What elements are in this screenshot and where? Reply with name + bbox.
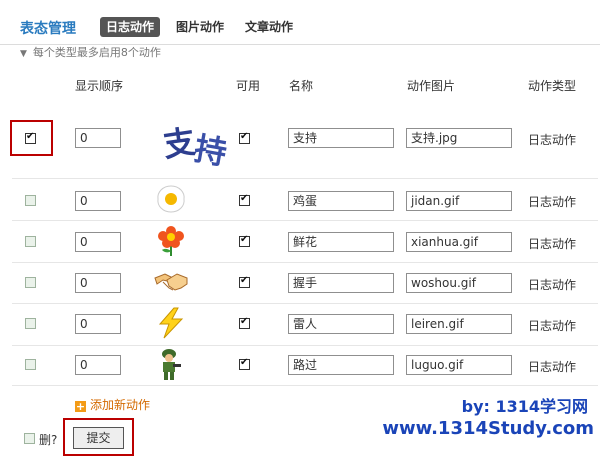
notice: ▼ 每个类型最多启用8个动作 — [20, 44, 161, 60]
column-order: 显示顺序 — [75, 79, 124, 93]
arrow-icon: ▼ — [20, 49, 27, 59]
action-type: 日志动作 — [528, 133, 577, 147]
image-file-input[interactable]: 支持.jpg — [406, 128, 512, 148]
action-type: 日志动作 — [528, 237, 577, 251]
delete-label: 删? — [39, 433, 58, 447]
soldier-icon — [157, 348, 183, 385]
row-select-checkbox[interactable] — [25, 277, 36, 288]
row-select-checkbox[interactable] — [25, 318, 36, 329]
column-type: 动作类型 — [528, 79, 577, 93]
row-select-checkbox[interactable] — [25, 195, 36, 206]
watermark-line1: by: 1314学习网 — [461, 397, 588, 416]
image-file-input[interactable]: luguo.gif — [406, 355, 512, 375]
action-type: 日志动作 — [528, 195, 577, 209]
enabled-checkbox[interactable] — [239, 234, 250, 247]
egg-icon — [155, 184, 187, 217]
action-type: 日志动作 — [528, 278, 577, 292]
row-select-checkbox[interactable] — [25, 236, 36, 247]
svg-text:持: 持 — [191, 129, 229, 170]
flower-icon — [156, 225, 186, 260]
lightning-icon — [156, 307, 186, 342]
action-type: 日志动作 — [528, 360, 577, 374]
tab-image-actions[interactable]: 图片动作 — [170, 17, 230, 37]
tab-article-actions[interactable]: 文章动作 — [239, 17, 299, 37]
row-select-checkbox[interactable] — [25, 131, 36, 144]
name-input[interactable]: 鲜花 — [288, 232, 394, 252]
notice-text: 每个类型最多启用8个动作 — [32, 46, 161, 59]
watermark-line2: www.1314Study.com — [382, 418, 594, 439]
enabled-checkbox[interactable] — [239, 275, 250, 288]
header: 表态管理 日志动作 图片动作 文章动作 — [0, 0, 600, 45]
action-type: 日志动作 — [528, 319, 577, 333]
order-input[interactable]: 0 — [75, 191, 121, 211]
name-input[interactable]: 雷人 — [288, 314, 394, 334]
page-title: 表态管理 — [20, 21, 76, 37]
enabled-checkbox[interactable] — [239, 357, 250, 370]
delete-checkbox[interactable] — [24, 433, 35, 444]
enabled-checkbox[interactable] — [239, 316, 250, 329]
column-image: 动作图片 — [407, 79, 456, 93]
name-input[interactable]: 支持 — [288, 128, 394, 148]
submit-button[interactable]: 提交 — [73, 427, 124, 449]
enabled-checkbox[interactable] — [239, 131, 250, 144]
column-name: 名称 — [289, 79, 314, 93]
order-input[interactable]: 0 — [75, 273, 121, 293]
name-input[interactable]: 鸡蛋 — [288, 191, 394, 211]
order-input[interactable]: 0 — [75, 355, 121, 375]
order-input[interactable]: 0 — [75, 128, 121, 148]
image-file-input[interactable]: jidan.gif — [406, 191, 512, 211]
image-file-input[interactable]: leiren.gif — [406, 314, 512, 334]
add-new-action-link[interactable]: + 添加新动作 — [75, 396, 150, 413]
order-input[interactable]: 0 — [75, 232, 121, 252]
image-file-input[interactable]: xianhua.gif — [406, 232, 512, 252]
support-text-image: 支 持 — [161, 108, 232, 173]
name-input[interactable]: 握手 — [288, 273, 394, 293]
image-file-input[interactable]: woshou.gif — [406, 273, 512, 293]
plus-icon: + — [75, 400, 86, 413]
name-input[interactable]: 路过 — [288, 355, 394, 375]
handshake-icon — [153, 268, 189, 299]
enabled-checkbox[interactable] — [239, 193, 250, 206]
add-new-label: 添加新动作 — [90, 398, 151, 412]
column-enabled: 可用 — [236, 79, 261, 93]
tab-blog-actions[interactable]: 日志动作 — [100, 17, 161, 37]
row-select-checkbox[interactable] — [25, 359, 36, 370]
order-input[interactable]: 0 — [75, 314, 121, 334]
